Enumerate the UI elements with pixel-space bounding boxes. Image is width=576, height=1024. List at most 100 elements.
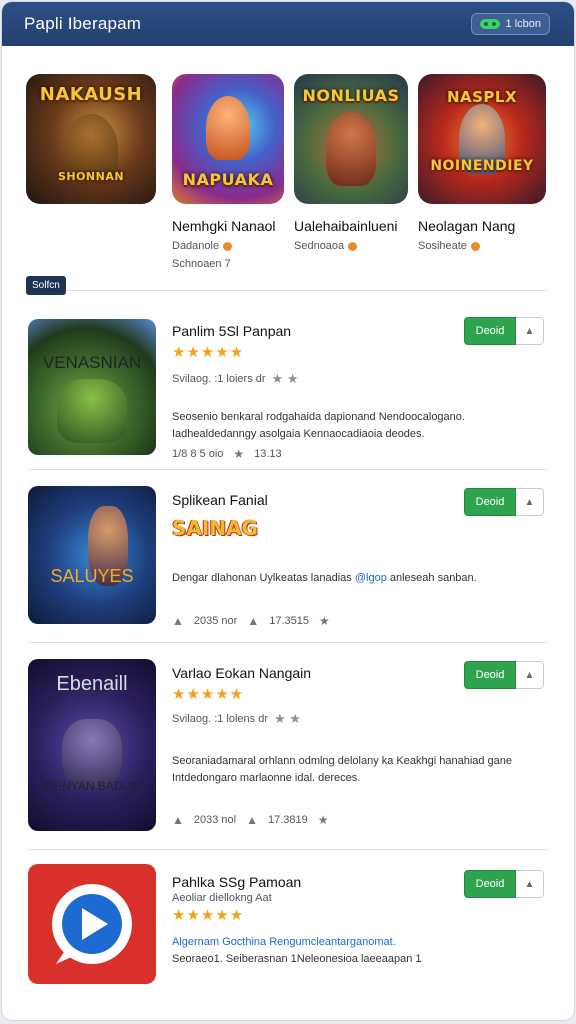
list-item[interactable]: VENASNIAN Panlim 5Sl Panpan ★★★★★ Svilao… [2, 291, 574, 469]
icon-subtitle: IDENYAN BADIAE [42, 779, 142, 793]
more-options-button[interactable]: ▲ [516, 870, 544, 898]
stat-rating: 17.3819 [268, 814, 308, 826]
rating-stars: ★★★★★ [172, 686, 245, 703]
thumbnail-title: NAKAUSH [39, 84, 143, 105]
stat-downloads: 2033 nol [193, 814, 237, 826]
featured-name: Nemhgki Nanaol [172, 218, 276, 234]
stat-downloads: 2035 nor [193, 615, 238, 627]
action-group: Deoid ▲ [464, 488, 544, 516]
app-icon[interactable] [28, 864, 156, 984]
star-icon: ★ ★ [274, 711, 301, 726]
get-button[interactable]: Deoid [464, 488, 516, 516]
featured-thumbnail[interactable]: NONLIUAS [294, 74, 408, 204]
desc-line: Seoraeo1. Seiberasnan 1Neleonesioa laeea… [172, 953, 422, 965]
get-button[interactable]: Deoid [464, 317, 516, 345]
app-name[interactable]: Panlim 5Sl Panpan [172, 323, 291, 339]
app-stats: 1/8 8 5 oio ★ 13.13 [172, 447, 282, 461]
app-stats: ▲ 2033 nol ▲ 17.3819 ★ [172, 813, 329, 827]
controller-pill-label: 1 lcbon [505, 18, 541, 30]
app-description: Dengar dlahonan Uylkeatas lanadias @lgop… [172, 570, 522, 587]
hero-figure-icon [206, 96, 250, 160]
desc-line: Algernam Gocthina Rengumcleantarganomat. [172, 936, 396, 948]
get-button[interactable]: Deoid [464, 870, 516, 898]
action-group: Deoid ▲ [464, 870, 544, 898]
featured-meta: Sednoaoa [294, 240, 408, 252]
app-logo-text: SAINAG [172, 516, 258, 540]
app-description: Seoraniadamaral orhlann odmlng delolany … [172, 755, 513, 784]
action-group: Deoid ▲ [464, 317, 544, 345]
featured-thumbnail[interactable]: NAPUAKA [172, 74, 284, 204]
more-options-button[interactable]: ▲ [516, 488, 544, 516]
app-name[interactable]: Pahlka SSg Pamoan [172, 874, 301, 890]
app-stats: ▲ 2035 nor ▲ 17.3515 ★ [172, 614, 330, 628]
thumb-icon: ▲ [247, 614, 260, 628]
featured-meta: Sosiheate [418, 240, 546, 252]
app-description: Seosenio benkaral rodgahaida dapionand N… [172, 411, 465, 440]
thumb-icon: ▲ [172, 813, 184, 827]
featured-card[interactable]: NAKAUSH SHONNAN [26, 74, 156, 204]
featured-developer: Sosiheate [418, 240, 467, 252]
featured-meta: Dadanole [172, 240, 284, 252]
list-item[interactable]: SALUYES Splikean Fanial SAINAG Dengar dl… [2, 470, 574, 642]
featured-developer: Dadanole [172, 240, 220, 252]
gamepad-icon [479, 18, 500, 30]
desc-link[interactable]: @lgop [355, 572, 387, 584]
info-dot-icon [348, 241, 358, 251]
triangle-up-icon: ▲ [524, 496, 535, 508]
app-meta: Svilaog. :1 lolens dr ★ ★ [172, 711, 301, 727]
featured-developer: Sednoaoa [294, 240, 345, 252]
featured-card[interactable]: NONLIUAS Ualehaibainlueni Sednoaoa [294, 74, 408, 252]
app-name[interactable]: Splikean Fanial [172, 492, 268, 508]
rating-stars: ★★★★★ [172, 344, 245, 361]
meta-text: Svilaog. :1 lolens dr [172, 713, 268, 725]
thumbnail-title: NASPLX [446, 88, 518, 106]
hero-figure-icon [57, 379, 127, 443]
more-options-button[interactable]: ▲ [516, 317, 544, 345]
app-developer: Aeoliar diellokng Aat [172, 892, 272, 904]
app-icon[interactable]: Ebenaill IDENYAN BADIAE [28, 659, 156, 831]
rating-stars: ★★★★★ [172, 907, 245, 924]
more-options-button[interactable]: ▲ [516, 661, 544, 689]
desc-part: Dengar dlahonan Uylkeatas lanadias [172, 572, 355, 584]
hero-figure-icon [326, 112, 376, 186]
app-icon[interactable]: VENASNIAN [28, 319, 156, 455]
triangle-up-icon: ▲ [524, 878, 535, 890]
play-store-icon [52, 884, 132, 964]
featured-name: Ualehaibainlueni [294, 218, 398, 234]
app-description: Algernam Gocthina Rengumcleantarganomat.… [172, 934, 522, 968]
featured-thumbnail[interactable]: NAKAUSH SHONNAN [26, 74, 156, 204]
action-group: Deoid ▲ [464, 661, 544, 689]
get-button[interactable]: Deoid [464, 661, 516, 689]
list-item[interactable]: Ebenaill IDENYAN BADIAE Varlao Eokan Nan… [2, 643, 574, 849]
thumb-icon: ▲ [172, 614, 184, 628]
app-icon[interactable]: SALUYES [28, 486, 156, 624]
info-dot-icon [223, 241, 233, 251]
icon-title: Ebenaill [56, 673, 128, 695]
list-item[interactable]: Pahlka SSg Pamoan Aeoliar diellokng Aat … [2, 850, 574, 990]
thumb-icon: ★ [233, 447, 245, 461]
controller-pill-button[interactable]: 1 lcbon [470, 13, 550, 35]
app-name[interactable]: Varlao Eokan Nangain [172, 665, 311, 681]
app-meta: Svilaog. :1 loiers dr ★ ★ [172, 371, 298, 387]
info-dot-icon [470, 241, 480, 251]
thumbnail-title: NONLIUAS [302, 86, 400, 105]
thumbnail-subtitle: NOINENDIEY [430, 158, 534, 174]
meta-text: Svilaog. :1 loiers dr [172, 373, 266, 385]
triangle-up-icon: ▲ [524, 325, 535, 337]
featured-card[interactable]: NAPUAKA Nemhgki Nanaol Dadanole Schnoaen… [172, 74, 284, 270]
icon-title: VENASNIAN [42, 353, 142, 372]
star-icon: ★ [318, 614, 330, 628]
featured-name: Neolagan Nang [418, 218, 516, 234]
triangle-up-icon: ▲ [524, 669, 535, 681]
featured-row: NAKAUSH SHONNAN NAPUAKA Nemhgki Nanaol D… [2, 46, 574, 295]
star-icon: ★ [317, 813, 329, 827]
icon-title: SALUYES [50, 566, 134, 586]
stat-downloads: 1/8 8 5 oio [172, 448, 224, 460]
thumbnail-subtitle: SHONNAN [57, 170, 125, 183]
featured-card[interactable]: NASPLX NOINENDIEY Neolagan Nang Sosiheat… [418, 74, 546, 252]
star-icon: ★ ★ [271, 371, 299, 386]
featured-meta-2: Schnoaen 7 [172, 258, 231, 270]
stat-rating: 13.13 [254, 448, 282, 460]
top-bar: Papli Iberapam 1 lcbon [2, 2, 574, 46]
featured-thumbnail[interactable]: NASPLX NOINENDIEY [418, 74, 546, 204]
